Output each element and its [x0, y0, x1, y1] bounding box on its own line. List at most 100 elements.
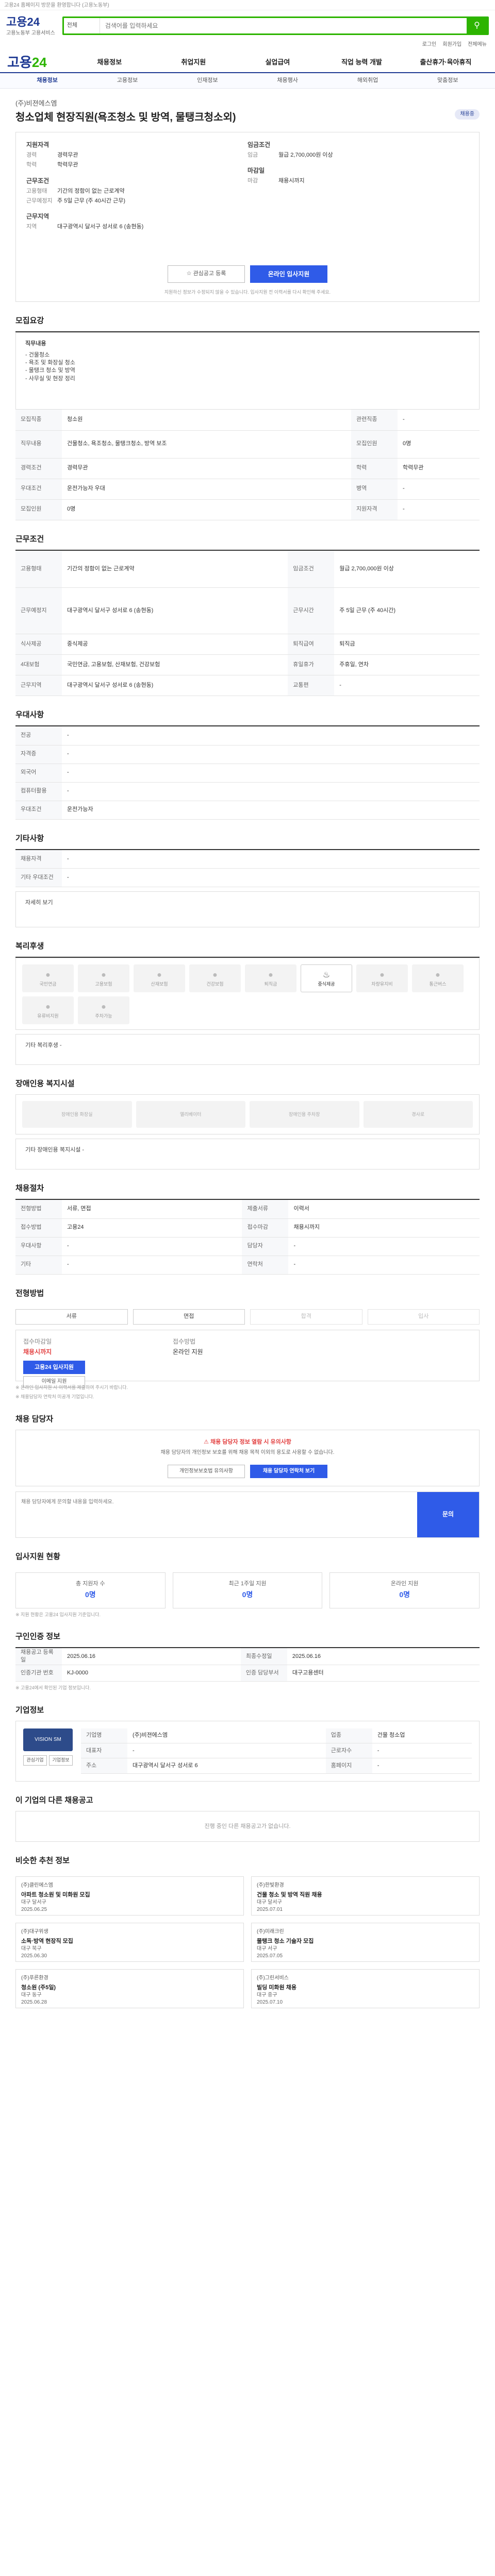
step-pill: 서류: [15, 1309, 128, 1325]
more-link[interactable]: 자세히 보기: [25, 900, 53, 906]
cell-value: -: [62, 745, 480, 764]
subnav-overseas[interactable]: 해외취업: [327, 77, 407, 84]
nav-unemployment[interactable]: 실업급여: [236, 58, 320, 67]
extra-label: 기타 장애인용 복지시설: [25, 1147, 81, 1154]
card-company: (주)푸른환경: [21, 1975, 48, 1981]
cell-head: 채용자격: [15, 850, 62, 869]
summary-key: 경력: [26, 151, 37, 158]
summary-value: 대구광역시 달서구 성서로 6 (송현동): [57, 224, 144, 230]
nav-jobs[interactable]: 채용정보: [68, 58, 152, 67]
online-apply-button[interactable]: 고용24 입사지원: [23, 1361, 85, 1375]
section-company: 기업정보 VISION SM 관심기업 기업정보 기업명 (주)비젼에스엠 업종 건물…: [15, 1691, 480, 1782]
cell-value: 이력서: [288, 1200, 480, 1219]
summary-group-title: 임금조건: [248, 141, 271, 149]
apply-steps: 서류 면접 합격 입사: [15, 1309, 480, 1325]
job-table: 모집직종 청소원 관련직종 - 직무내용 건물청소, 욕조청소, 물탱크청소, 방역 보…: [15, 410, 480, 520]
site-logo[interactable]: 고용24 고용노동부 고용서비스: [6, 14, 55, 38]
favorite-company-button[interactable]: 관심기업: [23, 1755, 47, 1766]
stat-card: 총 지원자 수 0명: [15, 1572, 166, 1608]
cell-head: 휴일휴가: [288, 654, 335, 676]
job-title-area: (주)비젼에스엠 청소업체 현장직원(욕조청소 및 방역, 물탱크청소외) 채용…: [0, 89, 495, 125]
cell-value: 퇴직금: [334, 634, 480, 655]
cell-head: 직무내용: [15, 430, 62, 459]
welfare-item: ● 건강보험: [189, 964, 241, 993]
job-description: 직무내용 - 건물청소 - 욕조 및 화장실 청소 - 물탱크 청소 및 방역 …: [15, 332, 480, 410]
cell-head: 제출서류: [242, 1200, 289, 1219]
work-table: 고용형태 기간의 정함이 없는 근로계약 임금조건 월급 2,700,000원 이상 …: [15, 550, 480, 697]
card-company: (주)미래크린: [257, 1928, 284, 1935]
cell-value: 대구광역시 달서구 성서로 6 (송현동): [62, 675, 288, 697]
welfare-item: ● 국민연금: [22, 964, 74, 993]
summary-group-title: 근무조건: [26, 177, 50, 184]
step-pill: 합격: [250, 1309, 362, 1325]
section-title: 채용절차: [15, 1170, 480, 1200]
cell-head: 자격증: [15, 745, 62, 764]
inquiry-input[interactable]: [16, 1492, 417, 1537]
cell-head: 기타 우대조건: [15, 868, 62, 888]
cell-value: 건물청소, 욕조청소, 물탱크청소, 방역 보조: [62, 430, 352, 459]
save-job-button[interactable]: ☆ 관심공고 등록: [168, 265, 245, 283]
search-input[interactable]: [100, 18, 467, 33]
cell-value: 청소원: [62, 410, 352, 431]
view-contact-button[interactable]: 채용 담당자 연락처 보기: [250, 1465, 327, 1479]
signup-link[interactable]: 회원가입: [442, 41, 461, 53]
welfare-label: 건강보험: [206, 981, 224, 987]
cell-head: 채용공고 등록일: [15, 1648, 62, 1665]
section-disabled: 장애인용 복지시설 장애인용 화장실 엘리베이터 장애인용 주차장 경사로 기타…: [15, 1065, 480, 1170]
company-table: 기업명 (주)비젼에스엠 업종 건물 청소업 대표자 - 근로자수 - 주소 대구광역시 달서…: [81, 1728, 472, 1774]
welfare-icons: ● 국민연금 ● 고용보험 ● 산재보험 ● 건강보험 ● 퇴직금 ♨ 중식제공 ● 차량유지…: [15, 958, 480, 1030]
subnav-events[interactable]: 채용행사: [248, 77, 327, 84]
recommend-card[interactable]: (주)미래크린 물탱크 청소 기술자 모집 대구 서구 2025.07.05: [251, 1922, 480, 1962]
section-title: 입사지원 현황: [15, 1552, 60, 1561]
cell-value: 월급 2,700,000원 이상: [334, 550, 480, 588]
search-scope-select[interactable]: 전체: [64, 18, 100, 33]
nav-training[interactable]: 직업 능력 개발: [320, 58, 404, 67]
cell-value: -: [288, 1237, 480, 1256]
card-date: 2025.07.05: [257, 1953, 283, 1959]
welfare-icon: ●: [212, 970, 218, 979]
subnav-talent[interactable]: 인재정보: [168, 77, 248, 84]
welfare-label: 고용보험: [95, 981, 112, 987]
card-company: (주)그린서비스: [257, 1975, 289, 1981]
facility-item: 경사로: [363, 1101, 473, 1128]
section-title: 근무조건: [15, 520, 480, 551]
subnav-custom[interactable]: 맞춤정보: [408, 77, 488, 84]
nav-employment-support[interactable]: 취업지원: [152, 58, 236, 67]
extra-value: -: [59, 1042, 62, 1049]
apply-button[interactable]: 온라인 입사지원: [250, 265, 327, 283]
etc-more-box: 자세히 보기: [15, 891, 480, 928]
apply-note: ※ 채용담당자 연락처 미공개 기업입니다.: [15, 1394, 94, 1400]
privacy-notice-button[interactable]: 개인정보보호법 유의사항: [168, 1465, 245, 1479]
home-logo[interactable]: 고용24: [7, 53, 47, 72]
cell-head: 임금조건: [288, 550, 335, 588]
cell-head: 경력조건: [15, 458, 62, 479]
save-job-label: 관심공고 등록: [193, 270, 226, 277]
company-name[interactable]: (주)비젼에스엠: [15, 99, 480, 108]
recommend-card[interactable]: (주)클린에스엠 아파트 청소원 및 미화원 모집 대구 달서구 2025.06.25: [15, 1876, 244, 1916]
search-icon[interactable]: ⚲: [467, 18, 487, 33]
card-date: 2025.07.01: [257, 1906, 283, 1912]
recommend-card[interactable]: (주)푸른환경 청소원 (주5일) 대구 동구 2025.06.28: [15, 1969, 244, 2008]
recommend-card[interactable]: (주)그린서비스 빌딩 미화원 채용 대구 중구 2025.07.10: [251, 1969, 480, 2008]
cell-value: -: [62, 1256, 242, 1275]
section-apply: 전형방법 서류 면접 합격 입사 접수마감일 채용시까지 고용24 입사지원 이…: [15, 1275, 480, 1400]
welfare-extra: 기타 복리후생 -: [15, 1034, 480, 1065]
inquiry-submit-button[interactable]: 문의: [417, 1492, 479, 1537]
cell-value: 중식제공: [62, 634, 288, 655]
inquiry-box: 문의: [15, 1491, 480, 1538]
all-menu-link[interactable]: 전체메뉴: [468, 41, 487, 53]
company-info-button[interactable]: 기업정보: [49, 1755, 73, 1766]
extra-value: -: [82, 1147, 85, 1154]
login-link[interactable]: 로그인: [422, 41, 437, 53]
cell-value: 채용시까지: [288, 1218, 480, 1238]
recommend-card[interactable]: (주)대구위생 소독·방역 현장직 모집 대구 북구 2025.06.30: [15, 1922, 244, 1962]
nav-leave[interactable]: 출산휴가·육아휴직: [404, 58, 488, 67]
subnav-jobs[interactable]: 채용정보: [7, 77, 87, 84]
welfare-item: ● 유류비지원: [22, 996, 74, 1025]
etc-table: 채용자격 - 기타 우대조건 -: [15, 850, 480, 888]
welfare-icon: ●: [101, 970, 106, 979]
subnav-info[interactable]: 고용정보: [87, 77, 167, 84]
cell-head: 고용형태: [15, 550, 62, 588]
recommend-card[interactable]: (주)한빛환경 건물 청소 및 방역 직원 채용 대구 달서구 2025.07.01: [251, 1876, 480, 1916]
company-logo: VISION SM: [23, 1728, 73, 1751]
